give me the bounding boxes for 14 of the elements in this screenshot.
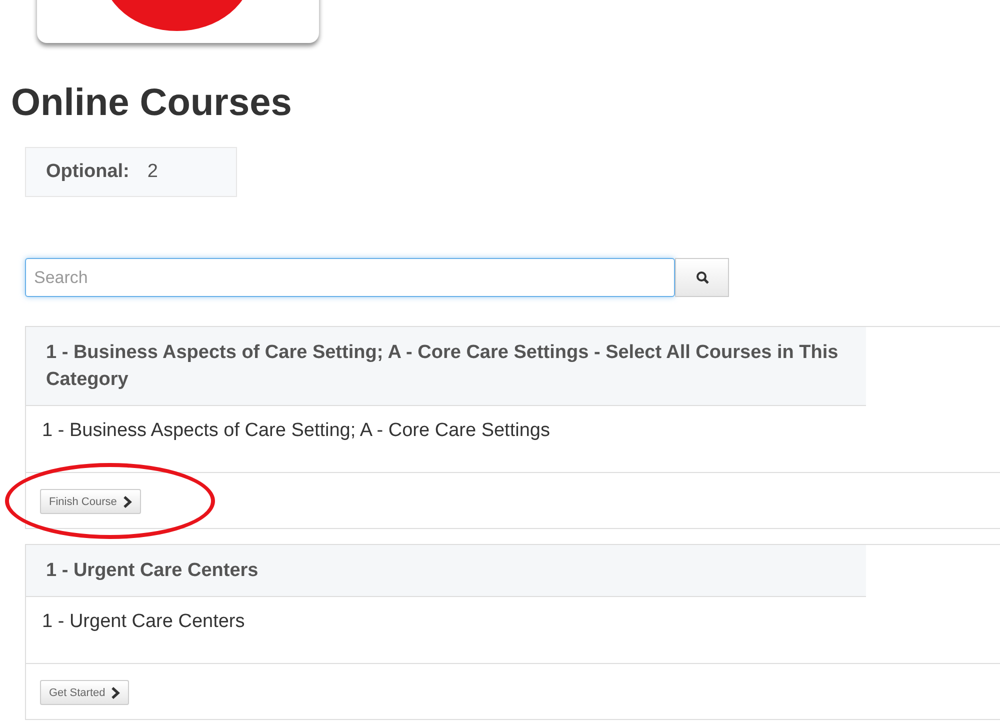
search-field[interactable]: Search xyxy=(25,258,675,297)
course-action-button[interactable]: Finish Course xyxy=(40,489,141,514)
search-icon xyxy=(696,271,708,284)
category-heading: 1 - Urgent Care Centers xyxy=(26,545,866,597)
chevron-right-icon xyxy=(111,686,120,698)
summary-label: Optional: xyxy=(46,161,130,183)
chevron-right-icon xyxy=(122,496,132,508)
course-title: 1 - Business Aspects of Care Setting; A - Core Care Settings xyxy=(42,420,550,441)
course-action-button[interactable]: Get Started xyxy=(40,680,130,705)
summary-value: 2 xyxy=(147,161,158,183)
page-title: Online Courses xyxy=(11,81,293,125)
search-button[interactable] xyxy=(675,258,729,297)
course-title: 1 - Urgent Care Centers xyxy=(42,611,245,632)
category-heading: 1 - Business Aspects of Care Setting; A - Core Care Settings - Select All Courses in This Category xyxy=(26,327,866,406)
